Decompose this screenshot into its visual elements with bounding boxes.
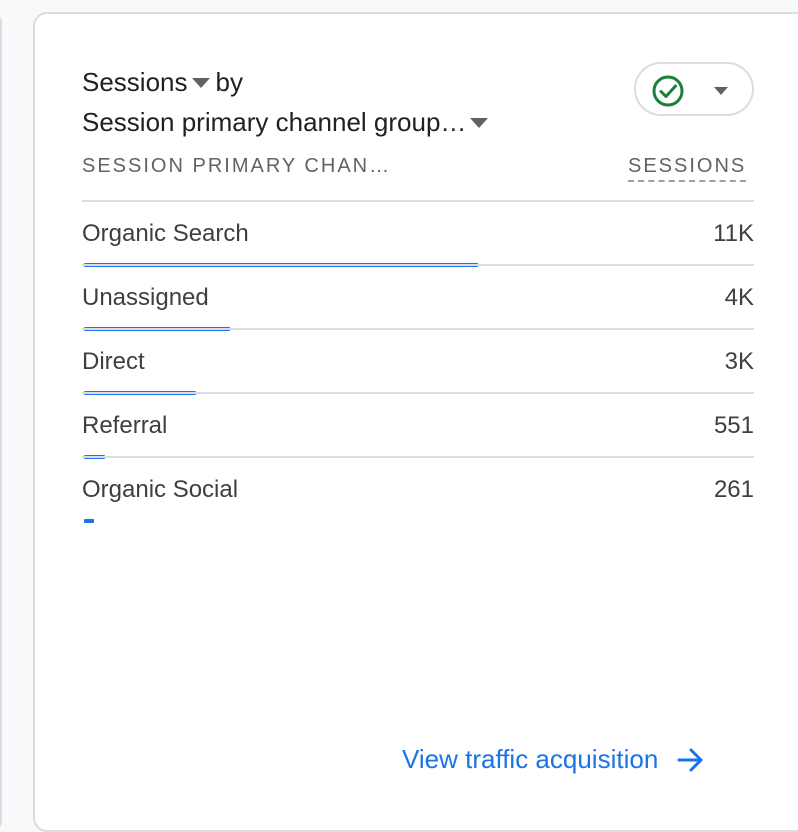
check-circle-icon [652,75,684,107]
column-header-sessions[interactable]: SESSIONS [628,155,747,182]
row-value: 11K [713,220,754,247]
table-row[interactable]: Direct 3K [82,328,754,395]
arrow-right-icon [677,748,703,771]
table-row[interactable]: Unassigned 4K [82,264,754,331]
table-row[interactable]: Organic Social 261 [82,456,754,523]
row-value: 551 [713,412,754,439]
comparison-button[interactable] [634,62,754,116]
row-share-bar [84,519,94,523]
chevron-down-icon [714,87,728,95]
row-value: 3K [724,348,754,375]
title-line-metric: Sessions by [82,62,582,102]
table-row[interactable]: Organic Search 11K [82,200,754,267]
column-header-dimension[interactable]: SESSION PRIMARY CHAN… [82,155,391,178]
row-value: 4K [724,284,754,311]
metric-selector-label[interactable]: Sessions [82,62,188,102]
row-label: Direct [82,348,145,375]
channel-table: Organic Search 11K Unassigned 4K Direct … [82,200,754,523]
footer-link-label: View traffic acquisition [402,744,659,774]
row-label: Organic Search [82,220,249,247]
row-value: 261 [713,476,754,503]
dimension-dropdown-icon[interactable] [470,118,489,128]
adjacent-card-edge [0,12,2,832]
title-line-dimension: Session primary channel group… [82,102,582,142]
table-row[interactable]: Referral 551 [82,392,754,459]
title-by-label: by [215,67,243,97]
dimension-selector-label[interactable]: Session primary channel group… [82,102,466,142]
card-title: Sessions by Session primary channel grou… [82,62,582,142]
row-label: Organic Social [82,476,239,503]
view-traffic-acquisition-link[interactable]: View traffic acquisition [402,744,706,775]
metric-dropdown-icon[interactable] [191,78,210,88]
row-label: Referral [82,412,168,439]
row-label: Unassigned [82,284,209,311]
